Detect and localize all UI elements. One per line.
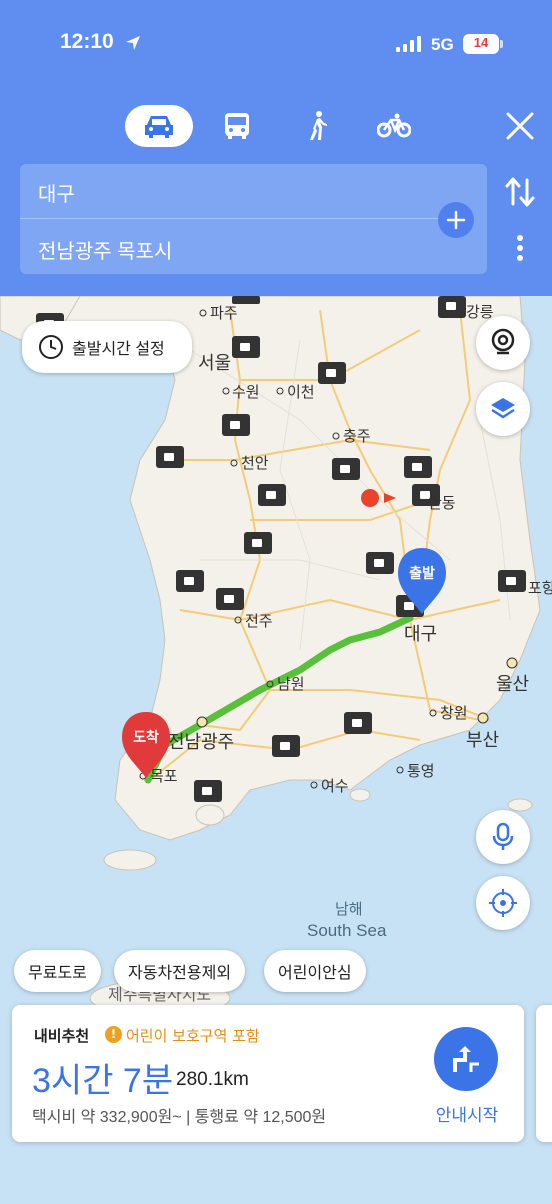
sea-label-en: South Sea xyxy=(307,921,387,940)
my-location-button[interactable] xyxy=(476,876,530,930)
battery-icon: 14 xyxy=(463,34,499,54)
filter-child-safe[interactable]: 어린이안심 xyxy=(264,950,366,992)
mode-car-tab[interactable] xyxy=(125,105,193,147)
battery-nub xyxy=(500,40,503,48)
departure-time-button[interactable]: 출발시간 설정 xyxy=(22,321,192,373)
city-tongyeong: 통영 xyxy=(407,763,435,780)
mode-bike-tab[interactable] xyxy=(370,105,418,147)
city-seoul: 서울 xyxy=(198,353,231,373)
city-jeonju: 전주 xyxy=(245,613,273,630)
duration: 3시간 7분 xyxy=(32,1062,174,1100)
layers-icon xyxy=(491,398,515,419)
more-options-icon[interactable] xyxy=(508,230,532,266)
city-paju: 파주 xyxy=(210,305,238,322)
svg-text:도착: 도착 xyxy=(133,729,159,745)
city-mokpo: 목포 xyxy=(150,768,178,785)
svg-text:출발: 출발 xyxy=(409,565,435,581)
city-cheonan: 천안 xyxy=(241,455,269,472)
city-yeosu: 여수 xyxy=(321,778,349,795)
mode-bus-tab[interactable] xyxy=(214,105,260,147)
city-busan: 부산 xyxy=(466,730,499,750)
city-icheon: 이천 xyxy=(287,384,315,401)
city-pohang: 포항 xyxy=(528,580,552,597)
warning-text: 어린이 보호구역 포함 xyxy=(126,1027,260,1045)
city-ulsan: 울산 xyxy=(496,674,529,694)
sea-label-ko: 남해 xyxy=(335,901,363,918)
route-divider xyxy=(20,218,468,219)
navigation-icon xyxy=(453,1046,479,1072)
add-waypoint-button[interactable] xyxy=(438,202,474,238)
battery-level: 14 xyxy=(473,35,489,50)
distance: 280.1km xyxy=(176,1069,249,1090)
start-navigation-label[interactable]: 안내시작 xyxy=(432,1101,502,1126)
next-route-card[interactable] xyxy=(536,1005,552,1142)
fare-info: 택시비 약 332,900원~ | 통행료 약 12,500원 xyxy=(32,1109,327,1126)
clock-icon xyxy=(39,335,63,359)
destination-field[interactable]: 전남광주 목포시 xyxy=(38,235,172,264)
filter-exclude-expressway[interactable]: 자동차전용제외 xyxy=(114,950,246,992)
route-summary-card[interactable]: 내비추천 ! 어린이 보호구역 포함 3시간 7분 280.1km 택시비 약 … xyxy=(12,1005,524,1142)
voice-search-button[interactable] xyxy=(476,810,530,864)
streetview-icon xyxy=(491,328,515,355)
city-namwon: 남원 xyxy=(277,676,305,693)
crosshair-icon xyxy=(489,889,517,917)
city-jeonnam: 전남광주 xyxy=(168,732,234,752)
location-arrow-icon xyxy=(126,36,140,50)
close-icon[interactable] xyxy=(500,106,540,146)
origin-field[interactable]: 대구 xyxy=(38,178,75,207)
status-time: 12:10 xyxy=(60,30,114,53)
plus-icon xyxy=(446,210,466,230)
signal-icon xyxy=(396,36,421,52)
start-navigation-button[interactable] xyxy=(434,1027,498,1091)
car-icon xyxy=(145,116,173,138)
layers-button[interactable] xyxy=(476,382,530,436)
warning-icon: ! xyxy=(105,1026,122,1043)
city-suwon: 수원 xyxy=(232,384,260,401)
city-andong: 안동 xyxy=(428,495,456,512)
departure-time-label: 출발시간 설정 xyxy=(72,341,165,358)
bike-icon xyxy=(377,113,411,138)
walk-icon xyxy=(310,111,327,140)
city-chungju: 충주 xyxy=(343,428,371,445)
swap-icon[interactable] xyxy=(504,174,536,210)
current-location-dot xyxy=(361,489,379,507)
filter-free-road[interactable]: 무료도로 xyxy=(14,950,101,992)
recommend-label: 내비추천 xyxy=(34,1027,90,1045)
mic-icon xyxy=(492,822,514,850)
city-changwon: 창원 xyxy=(440,705,468,722)
bus-icon xyxy=(225,113,249,139)
city-daegu: 대구 xyxy=(404,624,437,644)
mode-walk-tab[interactable] xyxy=(294,105,340,147)
streetview-button[interactable] xyxy=(476,316,530,370)
network-type: 5G xyxy=(431,35,454,54)
